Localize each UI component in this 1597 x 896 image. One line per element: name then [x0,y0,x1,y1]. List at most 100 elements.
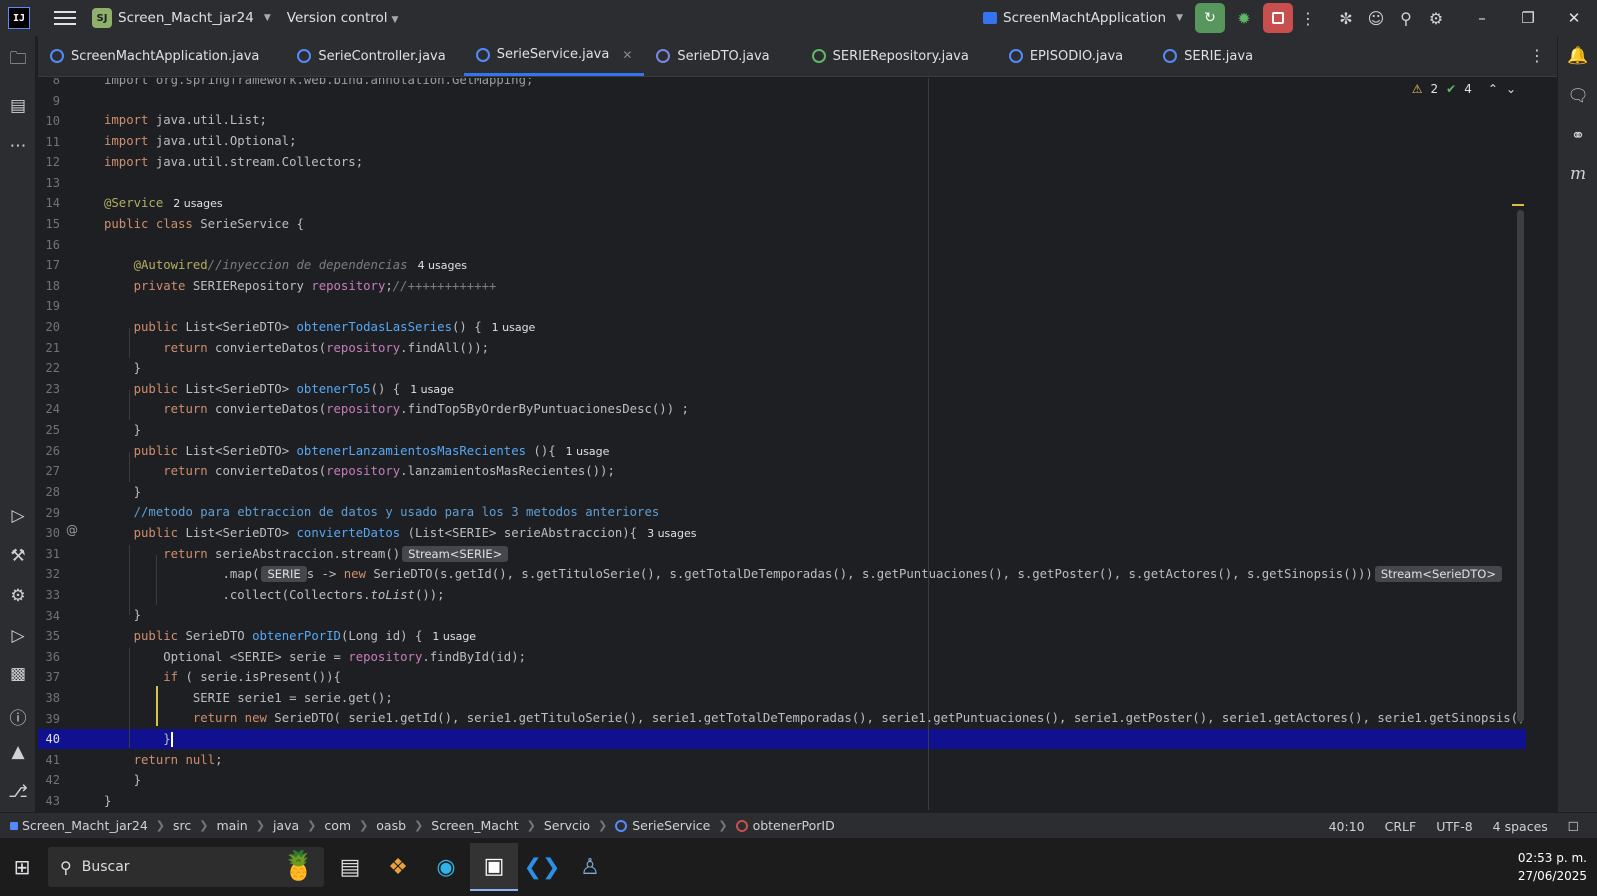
maven-icon[interactable]: m [1558,164,1597,184]
file-encoding[interactable]: UTF-8 [1436,819,1472,834]
settings-gear-icon[interactable]: ⚙ [1421,9,1451,28]
usages-hint[interactable]: 1 usage [566,445,610,458]
vscode-icon[interactable]: ❮❯ [518,843,566,891]
notifications-bell-icon[interactable]: 🔔 [1558,46,1597,66]
usages-hint[interactable]: 1 usage [410,383,454,396]
usages-hint[interactable]: 1 usage [432,630,476,643]
breadcrumb-item[interactable]: Servcio [544,818,590,833]
task-view-icon[interactable]: ▤ [326,843,374,891]
text-cursor [170,732,173,747]
tab-seriecontroller[interactable]: SerieController.java [285,36,457,76]
interface-icon [811,49,826,63]
breadcrumb-item[interactable]: obtenerPorID [753,818,835,833]
scroll-warning-marker[interactable] [1512,204,1524,206]
intellij-taskbar-icon[interactable]: ▣ [470,843,518,891]
debug-run-icon[interactable]: ▷ [0,626,36,646]
build-hammer-icon[interactable]: ⚒ [0,546,36,566]
module-icon [10,821,18,830]
edge-browser-icon[interactable]: ◉ [422,843,470,891]
database-icon[interactable]: ⚭ [1558,126,1597,146]
indent-setting[interactable]: 4 spaces [1493,819,1548,834]
breadcrumb-item[interactable]: src [173,818,191,833]
code-editor[interactable]: 8 9 10 11 12 13 14 15 16 17 18 19 20 21 … [38,78,1526,810]
warning-icon[interactable]: ▲ [0,742,36,762]
caret-position[interactable]: 40:10 [1329,819,1365,834]
line-number-current: 40 [45,732,60,746]
minimize-button[interactable]: – [1459,9,1505,27]
copilot-icon[interactable]: ❖ [374,843,422,891]
usages-hint[interactable]: 1 usage [492,321,536,334]
line-number: 19 [45,299,60,313]
line-number: 38 [45,691,60,705]
main-menu-icon[interactable] [54,11,76,25]
tab-screenmachtapplication[interactable]: ScreenMachtApplication.java [38,36,271,76]
breadcrumb-item[interactable]: Screen_Macht_jar24 [22,818,148,833]
usages-hint[interactable]: 3 usages [647,527,696,540]
breadcrumb-item[interactable]: main [216,818,247,833]
terminal-icon[interactable]: ▩ [0,664,36,684]
system-clock[interactable]: 02:53 p. m. 27/06/2025 [1518,838,1587,896]
tab-seriedto[interactable]: SerieDTO.java [644,36,781,76]
tab-episodio[interactable]: EPISODIO.java [997,36,1135,76]
breadcrumb-item[interactable]: Screen_Macht [431,818,518,833]
services-icon[interactable]: ⚙ [0,586,36,606]
line-number: 12 [45,155,60,169]
pineapple-widget-icon: 🍍 [281,849,316,882]
project-folder-icon[interactable]: 🗀 [0,46,36,75]
right-tool-window-bar: 🔔 🗨 ⚭ m [1557,36,1597,832]
add-user-icon[interactable]: ☺ [1361,9,1391,28]
taskbar-search[interactable]: ⚲ Buscar 🍍 [48,847,324,887]
ai-chat-icon[interactable]: 🗨 [1558,86,1597,106]
check-icon: ✔ [1446,82,1457,96]
project-selector[interactable]: SJ Screen_Macht_jar24 ▼ [92,8,271,28]
structure-icon[interactable]: ▤ [0,96,36,116]
previous-highlight-icon[interactable]: ⌃ [1488,82,1498,96]
git-branch-icon[interactable]: ⎇ [0,782,36,802]
debug-icon[interactable]: ✹ [1229,3,1259,33]
breadcrumb-item[interactable]: com [324,818,351,833]
inspections-widget[interactable]: ⚠ 2 ✔ 4 ⌃ ⌄ [1412,82,1516,96]
run-icon[interactable]: ▷ [0,506,36,526]
implements-gutter-icon[interactable]: @ [66,523,78,537]
close-window-button[interactable]: ✕ [1551,9,1597,27]
stop-button[interactable] [1263,3,1293,33]
line-number: 33 [45,588,60,602]
line-number: 42 [45,773,60,787]
rerun-button[interactable]: ↻ [1195,3,1225,33]
more-actions-icon[interactable]: ⋮ [1293,9,1323,28]
intellij-logo-icon[interactable]: IJ [8,7,30,29]
run-configuration-selector[interactable]: ScreenMachtApplication ▼ [983,10,1183,26]
tabs-more-icon[interactable]: ⋮ [1529,46,1545,65]
close-tab-icon[interactable]: ✕ [622,48,632,62]
tab-serierepository[interactable]: SERIERepository.java [800,36,981,76]
vertical-scrollbar[interactable] [1517,210,1524,722]
class-icon [615,819,628,832]
ai-assistant-icon[interactable]: ✼ [1331,9,1361,28]
next-highlight-icon[interactable]: ⌄ [1506,82,1516,96]
type-hint: Stream<SERIE> [402,546,509,562]
line-separator[interactable]: CRLF [1385,819,1417,834]
warning-icon: ⚠ [1411,82,1423,96]
version-control-menu[interactable]: Version control ▼ [287,10,399,26]
more-tools-icon[interactable]: ⋯ [0,136,36,156]
read-only-lock-icon[interactable]: ☐ [1568,819,1579,834]
left-tool-window-bar: 🗀 ▤ ⋯ ▷ ⚒ ⚙ ▷ ▩ ⓘ ▲ ⎇ [0,36,36,832]
tab-serieservice[interactable]: SerieService.java ✕ [463,36,645,76]
breadcrumb-item[interactable]: SerieService [632,818,710,833]
tab-serie[interactable]: SERIE.java [1151,36,1265,76]
windows-start-icon[interactable]: ⊞ [0,855,44,879]
breadcrumb-item[interactable]: oasb [376,818,406,833]
postgresql-icon[interactable]: ♙ [566,843,614,891]
problems-icon[interactable]: ⓘ [0,704,36,729]
line-number: 10 [45,114,60,128]
tab-label: ScreenMachtApplication.java [71,48,260,64]
restore-button[interactable]: ❐ [1505,9,1551,27]
search-icon[interactable]: ⚲ [1391,9,1421,28]
type-hint: Stream<SerieDTO> [1374,566,1502,582]
usages-hint[interactable]: 4 usages [418,259,467,272]
class-icon [1163,49,1178,63]
breadcrumb-item[interactable]: java [273,818,299,833]
line-number: 32 [45,567,60,581]
usages-hint[interactable]: 2 usages [173,197,222,210]
line-number: 20 [45,320,60,334]
